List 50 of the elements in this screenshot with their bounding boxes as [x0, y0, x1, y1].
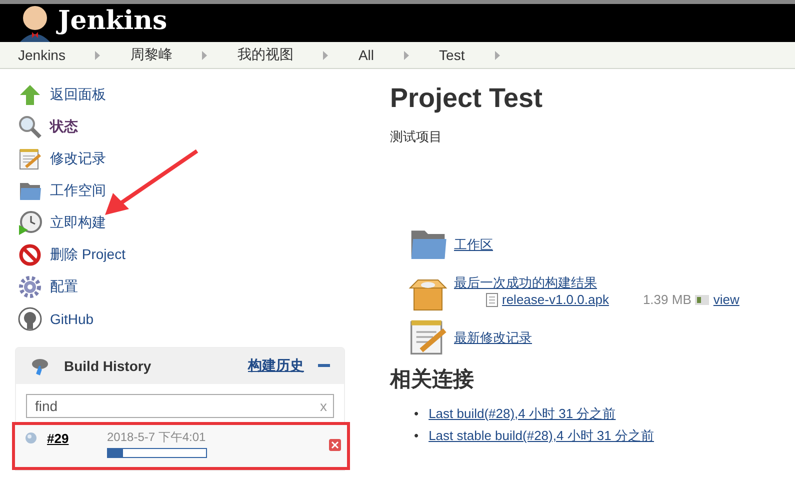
- up-arrow-icon: [18, 83, 42, 107]
- panel-title: Build History: [64, 358, 152, 374]
- chevron-icon: [494, 50, 500, 60]
- project-link[interactable]: 工作区: [454, 236, 493, 254]
- build-time: 2018-5-7 下午4:01: [107, 429, 207, 446]
- breadcrumb-link[interactable]: 我的视图: [237, 46, 294, 64]
- search-icon: [18, 115, 42, 139]
- no-entry-icon: [18, 243, 42, 267]
- search-field[interactable]: find x: [26, 394, 334, 418]
- file-icon: [486, 292, 498, 306]
- artifact-link[interactable]: release-v1.0.0.apk: [502, 292, 609, 307]
- trend-link[interactable]: 构建历史: [248, 357, 304, 375]
- sidebar-link[interactable]: 修改记录: [50, 150, 106, 168]
- status-ball-icon: [25, 432, 37, 444]
- sidebar-link[interactable]: 状态: [50, 118, 78, 136]
- build-number-link[interactable]: #29: [47, 431, 97, 446]
- bullet: •: [414, 405, 419, 423]
- chevron-icon: [202, 50, 208, 60]
- breadcrumb-link[interactable]: Jenkins: [18, 47, 66, 63]
- butler-mascot-icon: [18, 4, 52, 42]
- notepad-icon: [18, 147, 42, 171]
- related-link[interactable]: Last build(#28),4 小时 31 分之前: [428, 403, 616, 425]
- cancel-icon[interactable]: [329, 439, 341, 451]
- project-description: 测试项目: [390, 128, 443, 146]
- view-link[interactable]: view: [713, 292, 740, 307]
- breadcrumb-link[interactable]: All: [358, 47, 374, 63]
- sidebar-link[interactable]: 立即构建: [50, 214, 106, 232]
- build-row[interactable]: #29 2018-5-7 下午4:01: [12, 422, 350, 470]
- sidebar-link[interactable]: 配置: [50, 278, 78, 296]
- file-size: 1.39 MB: [642, 292, 692, 307]
- breadcrumb-link[interactable]: 周黎峰: [130, 46, 172, 64]
- sidebar-link[interactable]: 删除 Project: [50, 246, 126, 264]
- clock-icon: [18, 211, 42, 235]
- chevron-icon: [95, 50, 100, 60]
- sidebar-link[interactable]: 工作空间: [50, 182, 106, 200]
- logo-text: Jenkins: [58, 6, 168, 38]
- project-link[interactable]: 最后一次成功的构建结果: [454, 274, 597, 292]
- sidebar-link[interactable]: 返回面板: [50, 86, 106, 104]
- collapse-icon[interactable]: [318, 364, 330, 368]
- page-title: Project Test: [390, 83, 544, 114]
- bullet: •: [414, 427, 419, 445]
- sidebar-link[interactable]: GitHub: [50, 311, 94, 327]
- id-card-icon: [695, 294, 710, 304]
- project-link[interactable]: 最新修改记录: [454, 329, 532, 347]
- chevron-icon: [404, 50, 410, 60]
- gear-icon: [18, 275, 42, 299]
- breadcrumb-link[interactable]: Test: [439, 47, 465, 63]
- section-heading: 相关连接: [390, 367, 475, 393]
- related-link[interactable]: Last stable build(#28),4 小时 31 分之前: [428, 425, 654, 447]
- chevron-icon: [323, 50, 328, 60]
